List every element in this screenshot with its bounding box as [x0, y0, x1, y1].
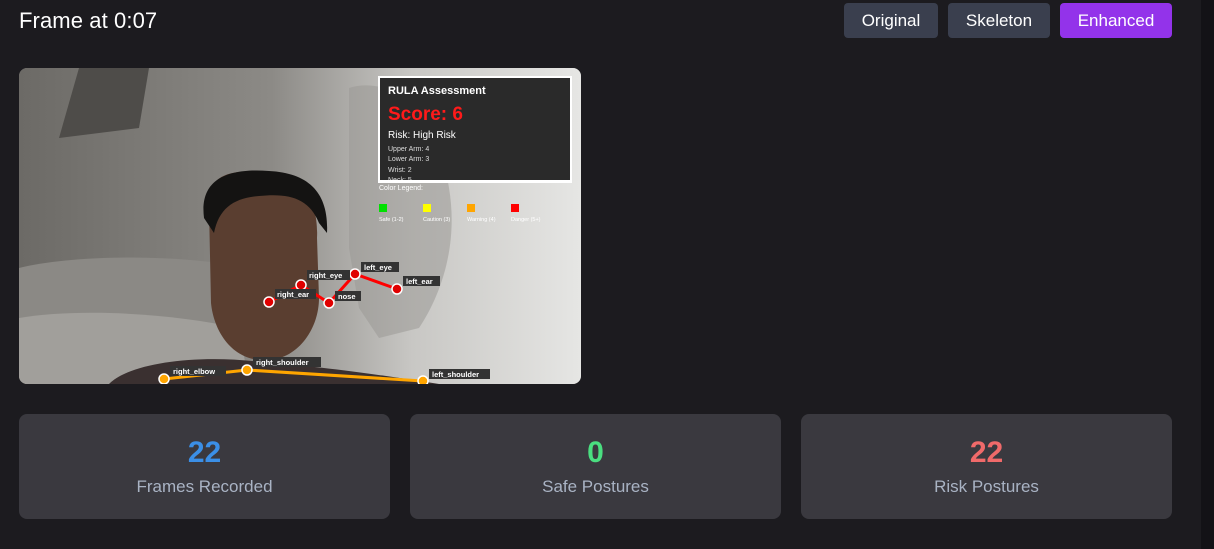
skeleton-view-button[interactable]: Skeleton [948, 3, 1050, 38]
rula-panel-bottom [378, 180, 572, 183]
label-left-shoulder: left_shoulder [432, 370, 479, 379]
keypoint-left-ear [391, 283, 403, 295]
keypoint-right-ear [263, 296, 275, 308]
label-right-ear: right_ear [277, 290, 309, 299]
keypoint-left-shoulder [417, 375, 429, 384]
rula-wrist: Wrist: 2 [388, 167, 412, 174]
original-view-button[interactable]: Original [844, 3, 938, 38]
legend-title: Color Legend: [379, 185, 423, 192]
enhanced-frame-image: RULA Assessment Score: 6 Risk: High Risk… [19, 68, 581, 384]
stat-card-frames: 22 Frames Recorded [19, 414, 390, 519]
frames-recorded-value: 22 [187, 436, 222, 469]
keypoint-nose [323, 297, 335, 309]
legend-warning-swatch [467, 204, 475, 212]
stat-card-risk: 22 Risk Postures [801, 414, 1172, 519]
stat-card-safe: 0 Safe Postures [410, 414, 781, 519]
rula-score: Score: 6 [388, 104, 463, 125]
keypoint-left-eye [349, 268, 361, 280]
rula-title: RULA Assessment [388, 85, 486, 97]
frame-svg: RULA Assessment Score: 6 Risk: High Risk… [19, 68, 581, 384]
rula-risk: Risk: High Risk [388, 130, 457, 141]
safe-postures-label: Safe Postures [542, 477, 649, 496]
label-right-shoulder: right_shoulder [256, 358, 309, 367]
rula-lower-arm: Lower Arm: 3 [388, 156, 429, 163]
label-left-ear: left_ear [406, 277, 433, 286]
scrollbar-track [1201, 0, 1214, 549]
risk-postures-value: 22 [969, 436, 1004, 469]
legend-caution-label: Caution (3) [423, 217, 450, 223]
rula-upper-arm: Upper Arm: 4 [388, 146, 429, 153]
legend-safe-swatch [379, 204, 387, 212]
frame-title: Frame at 0:07 [19, 8, 158, 33]
risk-postures-label: Risk Postures [934, 477, 1039, 496]
legend-warning-label: Warning (4) [467, 217, 496, 223]
label-right-elbow: right_elbow [173, 367, 215, 376]
legend-danger-swatch [511, 204, 519, 212]
frames-recorded-label: Frames Recorded [136, 477, 273, 496]
keypoint-right-shoulder [241, 364, 253, 376]
legend-caution-swatch [423, 204, 431, 212]
enhanced-view-button[interactable]: Enhanced [1060, 3, 1172, 38]
label-nose: nose [338, 292, 356, 301]
legend-danger-label: Danger (5+) [511, 217, 541, 223]
legend-safe-label: Safe (1-2) [379, 217, 404, 223]
keypoint-right-eye [295, 279, 307, 291]
label-right-eye: right_eye [309, 271, 342, 280]
label-left-eye: left_eye [364, 263, 392, 272]
safe-postures-value: 0 [587, 436, 604, 469]
keypoint-right-elbow [158, 373, 170, 384]
